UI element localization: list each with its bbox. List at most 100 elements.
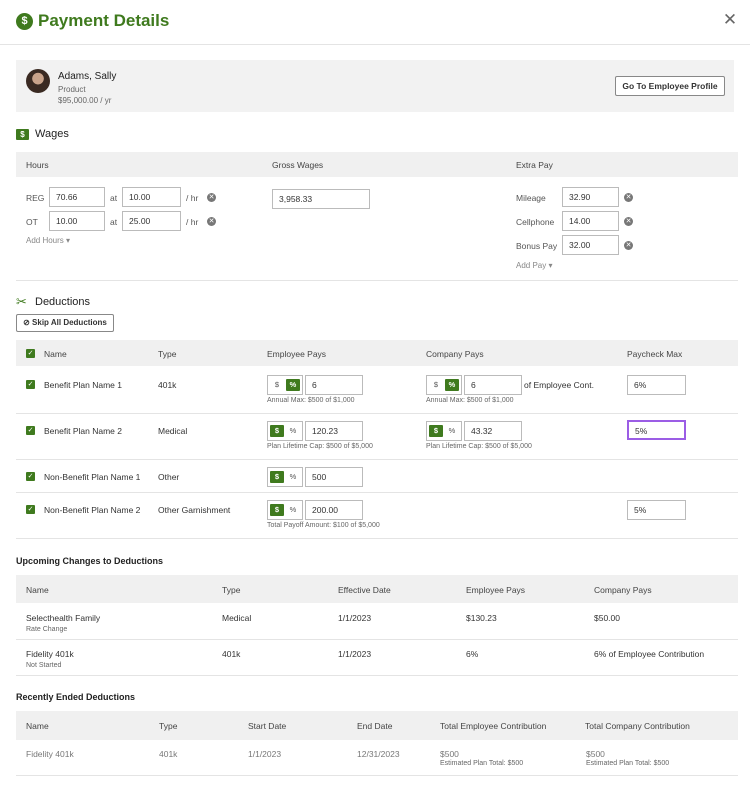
dollar-toggle[interactable]: $	[270, 379, 284, 391]
reg-unit: / hr	[186, 193, 199, 203]
divider	[16, 538, 738, 539]
upcoming-employee-pays: 6%	[466, 649, 479, 659]
deductions-header: ✓ Name Type Employee Pays Company Pays P…	[16, 340, 738, 366]
row-checkbox[interactable]: ✓	[26, 426, 35, 435]
employee-name: Adams, Sally	[58, 71, 117, 82]
ot-at-label: at	[110, 217, 118, 227]
amount-type-toggle: $%	[267, 500, 303, 520]
col-employee-pays: Employee Pays	[466, 585, 526, 595]
upcoming-company-pays: $50.00	[594, 613, 620, 623]
upcoming-date: 1/1/2023	[338, 613, 372, 623]
percent-toggle[interactable]: %	[286, 471, 300, 483]
employee-pays-input[interactable]: 6	[305, 375, 363, 395]
upcoming-status: Rate Change	[26, 626, 68, 633]
row-checkbox[interactable]: ✓	[26, 380, 35, 389]
deduction-name: Benefit Plan Name 1	[44, 380, 122, 390]
upcoming-name: Fidelity 401k	[26, 649, 74, 659]
caret-down-icon: ▾	[548, 261, 553, 270]
remove-ot-icon[interactable]: ✕	[207, 217, 216, 226]
upcoming-status: Not Started	[26, 662, 62, 669]
employee-pays-input[interactable]: 500	[305, 467, 363, 487]
remove-mileage-icon[interactable]: ✕	[624, 193, 633, 202]
modal-header: $ Payment Details ✕	[0, 0, 750, 45]
add-pay-link[interactable]: Add Pay ▾	[516, 261, 553, 270]
skip-all-deductions-button[interactable]: ⊘ Skip All Deductions	[16, 314, 114, 332]
gross-wages-input[interactable]: 3,958.33	[272, 189, 370, 209]
upcoming-employee-pays: $130.23	[466, 613, 497, 623]
dollar-circle-icon: $	[16, 13, 33, 30]
company-note: Plan Lifetime Cap: $500 of $5,000	[426, 443, 532, 450]
col-total-company-contribution: Total Company Contribution	[585, 721, 690, 731]
upcoming-company-pays: 6% of Employee Contribution	[594, 649, 705, 659]
employee-note: Plan Lifetime Cap: $500 of $5,000	[267, 443, 373, 450]
paycheck-max-input[interactable]: 5%	[627, 420, 686, 440]
select-all-checkbox[interactable]: ✓	[26, 349, 35, 358]
col-company-pays: Company Pays	[426, 349, 484, 359]
reg-hours-input[interactable]: 70.66	[49, 187, 105, 207]
col-total-employee-contribution: Total Employee Contribution	[440, 721, 547, 731]
col-name: Name	[44, 349, 67, 359]
ot-hours-input[interactable]: 10.00	[49, 211, 105, 231]
deduction-type: 401k	[158, 380, 177, 390]
add-pay-label: Add Pay	[516, 261, 547, 270]
avatar	[26, 69, 50, 93]
paycheck-max-input[interactable]: 6%	[627, 375, 686, 395]
bonus-pay-input[interactable]: 32.00	[562, 235, 619, 255]
amount-type-toggle: $%	[426, 421, 462, 441]
remove-reg-icon[interactable]: ✕	[207, 193, 216, 202]
deduction-type: Medical	[158, 426, 188, 436]
percent-toggle[interactable]: %	[286, 504, 300, 516]
percent-toggle[interactable]: %	[445, 379, 459, 391]
amount-type-toggle: $%	[267, 467, 303, 487]
amount-type-toggle: $%	[267, 421, 303, 441]
paycheck-max-input[interactable]: 5%	[627, 500, 686, 520]
company-pays-suffix: of Employee Cont.	[524, 380, 594, 390]
cellphone-input[interactable]: 14.00	[562, 211, 619, 231]
ended-company-note: Estimated Plan Total: $500	[586, 760, 670, 767]
col-type: Type	[158, 349, 177, 359]
upcoming-date: 1/1/2023	[338, 649, 372, 659]
close-icon[interactable]: ✕	[722, 11, 738, 28]
deductions-title: Deductions	[35, 296, 91, 308]
deduction-type: Other Garnishment	[158, 505, 231, 515]
col-paycheck-max: Paycheck Max	[627, 349, 683, 359]
divider	[16, 413, 738, 414]
col-type: Type	[222, 585, 241, 595]
ot-unit: / hr	[186, 217, 199, 227]
company-pays-input[interactable]: 6	[464, 375, 522, 395]
row-checkbox[interactable]: ✓	[26, 472, 35, 481]
skip-all-label: Skip All Deductions	[32, 318, 107, 327]
ot-rate-input[interactable]: 25.00	[122, 211, 181, 231]
add-hours-link[interactable]: Add Hours ▾	[26, 236, 70, 245]
employee-pays-input[interactable]: 200.00	[305, 500, 363, 520]
ended-company-total: $500	[586, 749, 605, 759]
employee-pays-input[interactable]: 120.23	[305, 421, 363, 441]
ended-end-date: 12/31/2023	[357, 749, 400, 759]
ended-name: Fidelity 401k	[26, 749, 74, 759]
col-gross-wages: Gross Wages	[272, 160, 324, 170]
dollar-toggle[interactable]: $	[429, 379, 443, 391]
upcoming-name: Selecthealth Family	[26, 613, 101, 623]
dollar-toggle[interactable]: $	[429, 425, 443, 437]
reg-rate-input[interactable]: 10.00	[122, 187, 181, 207]
mileage-input[interactable]: 32.90	[562, 187, 619, 207]
remove-bonus-icon[interactable]: ✕	[624, 241, 633, 250]
dollar-toggle[interactable]: $	[270, 425, 284, 437]
col-name: Name	[26, 585, 49, 595]
dollar-toggle[interactable]: $	[270, 504, 284, 516]
go-to-profile-button[interactable]: Go To Employee Profile	[615, 76, 725, 96]
remove-cellphone-icon[interactable]: ✕	[624, 217, 633, 226]
caret-down-icon: ▾	[66, 236, 71, 245]
percent-toggle[interactable]: %	[286, 379, 300, 391]
row-checkbox[interactable]: ✓	[26, 505, 35, 514]
percent-toggle[interactable]: %	[445, 425, 459, 437]
divider	[16, 492, 738, 493]
wages-header: Hours Gross Wages Extra Pay	[16, 152, 738, 177]
ended-employee-total: $500	[440, 749, 459, 759]
percent-toggle[interactable]: %	[286, 425, 300, 437]
dollar-toggle[interactable]: $	[270, 471, 284, 483]
col-extra-pay: Extra Pay	[516, 160, 553, 170]
company-pays-input[interactable]: 43.32	[464, 421, 522, 441]
skip-icon: ⊘	[23, 318, 30, 327]
scissors-icon: ✂	[16, 294, 27, 309]
